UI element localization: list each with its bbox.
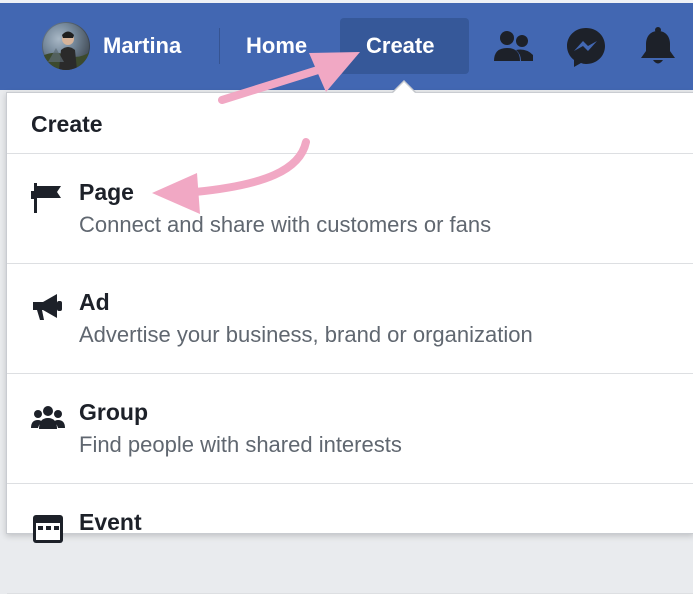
messenger-icon[interactable] <box>564 25 608 69</box>
top-navigation-bar: Martina Home Create <box>0 0 693 90</box>
menu-item-description: Connect and share with customers or fans <box>79 212 492 237</box>
menu-item-group[interactable]: Group Find people with shared interests <box>7 374 693 484</box>
avatar[interactable] <box>42 22 90 70</box>
calendar-icon <box>31 511 65 545</box>
dropdown-title: Create <box>31 111 103 137</box>
megaphone-icon <box>31 291 65 325</box>
menu-item-description: Advertise your business, brand or organi… <box>79 322 533 347</box>
create-dropdown-menu: Create Page Connect and share with custo… <box>6 92 693 594</box>
group-icon <box>31 401 65 435</box>
menu-item-title: Ad <box>79 289 110 315</box>
dropdown-caret <box>393 82 415 93</box>
menu-item-description: Find people with shared interests <box>79 432 402 457</box>
profile-name-link[interactable]: Martina <box>103 30 181 62</box>
window-edge <box>0 0 693 3</box>
menu-item-title: Page <box>79 179 134 205</box>
menu-item-page[interactable]: Page Connect and share with customers or… <box>7 154 693 264</box>
create-button-label[interactable]: Create <box>366 30 434 62</box>
flag-icon <box>31 181 65 215</box>
menu-item-event[interactable]: Event <box>7 484 693 594</box>
profile-photo <box>42 31 90 70</box>
dropdown-header: Create <box>7 93 693 154</box>
friend-requests-icon[interactable] <box>492 25 536 69</box>
menu-item-title: Group <box>79 399 148 425</box>
menu-item-ad[interactable]: Ad Advertise your business, brand or org… <box>7 264 693 374</box>
menu-item-title: Event <box>79 509 142 535</box>
home-link[interactable]: Home <box>246 30 307 62</box>
nav-divider <box>219 28 220 64</box>
bell-icon[interactable] <box>636 25 680 69</box>
